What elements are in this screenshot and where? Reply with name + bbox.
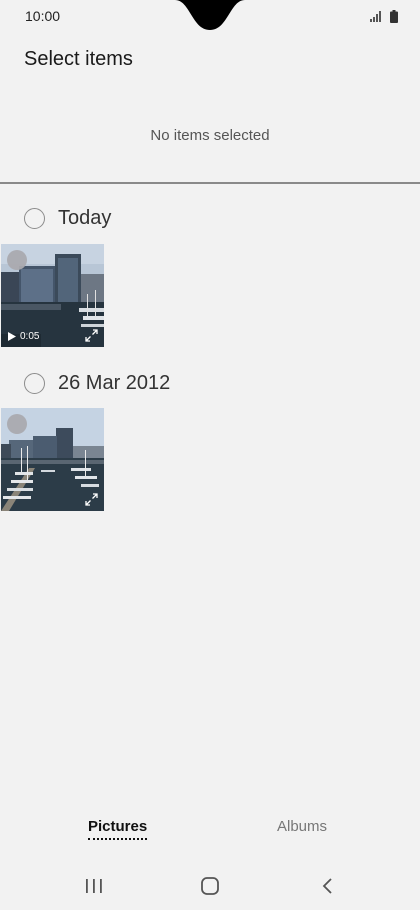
group-label: Today [58, 207, 112, 229]
back-icon[interactable] [316, 876, 340, 896]
group-label: 26 Mar 2012 [58, 372, 171, 394]
bottom-tab-bar: Pictures Albums [0, 818, 420, 848]
video-duration: 0:05 [20, 331, 40, 342]
item-select-checkbox[interactable] [7, 414, 27, 434]
group-select-radio[interactable] [24, 373, 45, 394]
status-bar: 10:00 [0, 0, 420, 32]
recents-icon[interactable] [82, 876, 106, 896]
tab-label: Albums [277, 818, 328, 835]
group-header-today[interactable]: Today [24, 207, 111, 230]
tab-label: Pictures [88, 818, 148, 835]
play-icon [8, 332, 16, 341]
expand-icon[interactable] [85, 493, 98, 506]
home-icon[interactable] [198, 876, 222, 896]
selection-count-text: No items selected [150, 127, 270, 144]
status-time: 10:00 [25, 8, 61, 24]
active-tab-indicator [88, 838, 148, 840]
gallery-select-screen: 10:00 Select items No items selected Tod… [0, 0, 420, 910]
video-thumbnail[interactable]: 0:05 [1, 244, 104, 347]
item-select-checkbox[interactable] [7, 250, 27, 270]
tab-albums[interactable]: Albums [277, 818, 327, 835]
system-navigation-bar [0, 868, 420, 904]
group-select-radio[interactable] [24, 208, 45, 229]
expand-icon[interactable] [85, 329, 98, 342]
video-duration-badge: 0:05 [8, 331, 39, 342]
group-header-26-mar-2012[interactable]: 26 Mar 2012 [24, 372, 170, 395]
page-title: Select items [24, 48, 133, 70]
photo-thumbnail[interactable] [1, 408, 104, 511]
tab-pictures[interactable]: Pictures [88, 818, 148, 840]
signal-icon [370, 11, 381, 22]
header-divider [0, 182, 420, 184]
status-icons [370, 8, 398, 24]
battery-icon [390, 9, 398, 23]
